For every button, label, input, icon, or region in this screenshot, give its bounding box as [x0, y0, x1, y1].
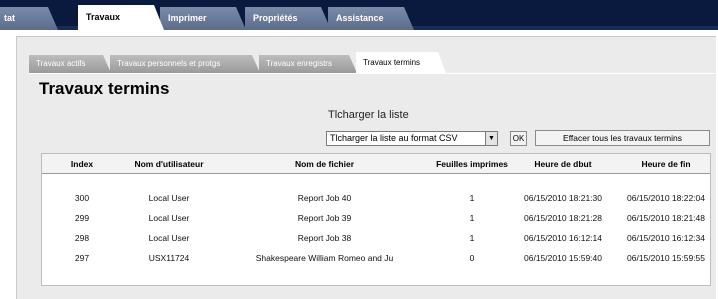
cell-index: 297: [74, 253, 90, 263]
cell-user-name: Local User: [148, 213, 190, 223]
sub-tab-travaux-personnels[interactable]: Travaux personnels et protgs: [110, 55, 260, 73]
top-tab-imprimer-label: Imprimer: [168, 13, 207, 23]
table-header: Index Nom d'utilisateur Nom de fichier F…: [42, 154, 710, 174]
table-row[interactable]: 297 USX11724 Shakespeare William Romeo a…: [42, 249, 710, 267]
top-tab-assistance-label: Assistance: [336, 13, 384, 23]
cell-file-name: Report Job 40: [297, 193, 352, 203]
sub-tab-travaux-enregistres[interactable]: Travaux enregistrs: [259, 55, 357, 73]
column-header-user-name[interactable]: Nom d'utilisateur: [114, 154, 224, 174]
sub-tab-travaux-personnels-label: Travaux personnels et protgs: [117, 59, 221, 68]
top-tab-travaux[interactable]: Travaux: [78, 5, 164, 30]
column-header-file-name[interactable]: Nom de fichier: [227, 154, 422, 174]
cell-start-time: 06/15/2010 16:12:14: [524, 233, 602, 243]
sub-navigation-divider: [29, 73, 717, 74]
sub-tab-travaux-termines-label: Travaux termins: [363, 58, 421, 67]
top-tab-proprietes-label: Propriétés: [253, 13, 298, 23]
completed-jobs-table: Index Nom d'utilisateur Nom de fichier F…: [41, 153, 711, 286]
cell-index: 298: [74, 233, 90, 243]
download-format-select[interactable]: Tlcharger la liste au format CSV ▼: [326, 131, 498, 146]
top-tab-etat-label: tat: [4, 13, 15, 23]
cell-index: 299: [74, 213, 90, 223]
top-tab-travaux-label: Travaux: [86, 12, 121, 22]
cell-start-time: 06/15/2010 18:21:30: [524, 193, 602, 203]
column-header-index[interactable]: Index: [52, 154, 112, 174]
column-header-start-time[interactable]: Heure de dbut: [504, 154, 622, 174]
top-navigation-bar: tat Imprimer Propriétés Assistance Trava…: [0, 0, 718, 30]
cell-user-name: USX11724: [148, 253, 190, 263]
sub-tab-travaux-actifs[interactable]: Travaux actifs: [29, 55, 111, 73]
table-row[interactable]: 299 Local User Report Job 39 1 06/15/201…: [42, 209, 710, 227]
top-tab-assistance[interactable]: Assistance: [328, 7, 414, 30]
cell-file-name: Report Job 39: [297, 213, 352, 223]
column-header-end-time[interactable]: Heure de fin: [620, 154, 712, 174]
sub-tab-travaux-enregistres-label: Travaux enregistrs: [266, 59, 332, 68]
download-format-select-value: Tlcharger la liste au format CSV: [330, 133, 458, 143]
top-tab-imprimer[interactable]: Imprimer: [160, 7, 246, 30]
cell-start-time: 06/15/2010 18:21:28: [524, 213, 602, 223]
table-row[interactable]: 298 Local User Report Job 38 1 06/15/201…: [42, 229, 710, 247]
top-tab-proprietes[interactable]: Propriétés: [245, 7, 331, 30]
download-list-label: Tlcharger la liste: [328, 109, 409, 121]
cell-index: 300: [74, 193, 90, 203]
cell-end-time: 06/15/2010 18:21:48: [627, 213, 705, 223]
cell-user-name: Local User: [148, 233, 190, 243]
dropdown-arrow-icon[interactable]: ▼: [485, 132, 497, 145]
top-tab-etat[interactable]: tat: [0, 7, 58, 30]
clear-completed-jobs-button[interactable]: Effacer tous les travaux termins: [535, 130, 710, 146]
cell-file-name: Shakespeare William Romeo and Ju: [255, 253, 394, 263]
page-title: Travaux termins: [39, 79, 170, 98]
ok-button[interactable]: OK: [510, 131, 527, 146]
main-panel: Travaux actifs Travaux personnels et pro…: [16, 36, 717, 299]
cell-start-time: 06/15/2010 15:59:40: [524, 253, 602, 263]
cell-user-name: Local User: [148, 193, 190, 203]
sub-tab-travaux-actifs-label: Travaux actifs: [36, 59, 86, 68]
table-row[interactable]: 300 Local User Report Job 40 1 06/15/201…: [42, 189, 710, 207]
cell-end-time: 06/15/2010 15:59:55: [627, 253, 705, 263]
sub-tab-travaux-termines[interactable]: Travaux termins: [356, 52, 446, 73]
cell-end-time: 06/15/2010 16:12:34: [627, 233, 705, 243]
cell-file-name: Report Job 38: [297, 233, 352, 243]
cell-end-time: 06/15/2010 18:22:04: [627, 193, 705, 203]
